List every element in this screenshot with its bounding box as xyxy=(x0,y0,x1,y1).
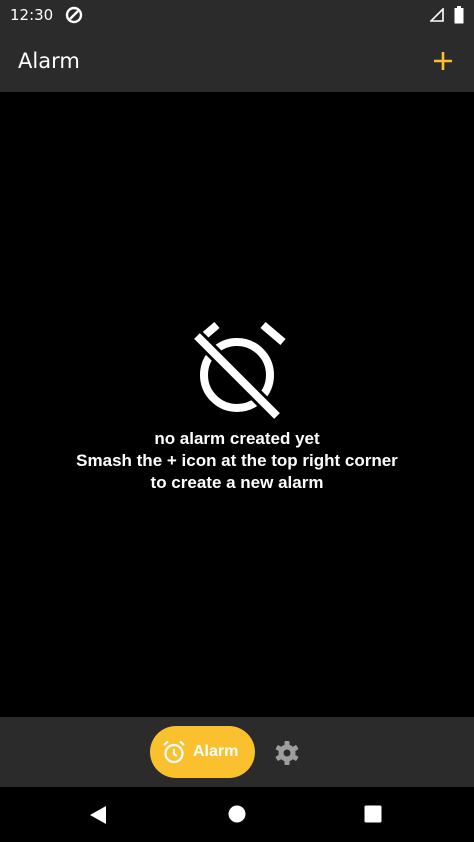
status-time: 12:30 xyxy=(10,6,54,24)
recents-icon[interactable] xyxy=(364,805,382,823)
add-alarm-button[interactable] xyxy=(426,44,460,78)
plus-icon xyxy=(434,52,452,70)
settings-gear-icon[interactable] xyxy=(274,740,300,766)
empty-message-line-3: to create a new alarm xyxy=(150,473,324,492)
empty-message: no alarm created yet Smash the + icon at… xyxy=(76,428,398,494)
bottom-navigation: Alarm xyxy=(0,717,474,787)
nav-item-alarm-label: Alarm xyxy=(193,743,239,760)
sync-icon xyxy=(65,6,83,24)
status-bar: 12:30 xyxy=(0,0,474,30)
empty-message-line-1: no alarm created yet xyxy=(154,429,320,448)
app-title: Alarm xyxy=(18,49,80,73)
battery-icon xyxy=(454,6,464,24)
alarm-screen: 12:30 Alarm no alarm created yet Smash t… xyxy=(0,0,474,842)
alarm-off-icon xyxy=(187,320,287,421)
signal-icon xyxy=(429,7,444,22)
back-icon[interactable] xyxy=(88,805,108,825)
empty-state: no alarm created yet Smash the + icon at… xyxy=(0,320,474,494)
alarm-icon xyxy=(161,739,187,765)
empty-message-line-2: Smash the + icon at the top right corner xyxy=(76,451,398,470)
home-icon[interactable] xyxy=(227,804,247,824)
app-bar: Alarm xyxy=(0,30,474,92)
nav-item-alarm[interactable]: Alarm xyxy=(150,726,255,778)
system-navigation-bar xyxy=(0,787,474,842)
